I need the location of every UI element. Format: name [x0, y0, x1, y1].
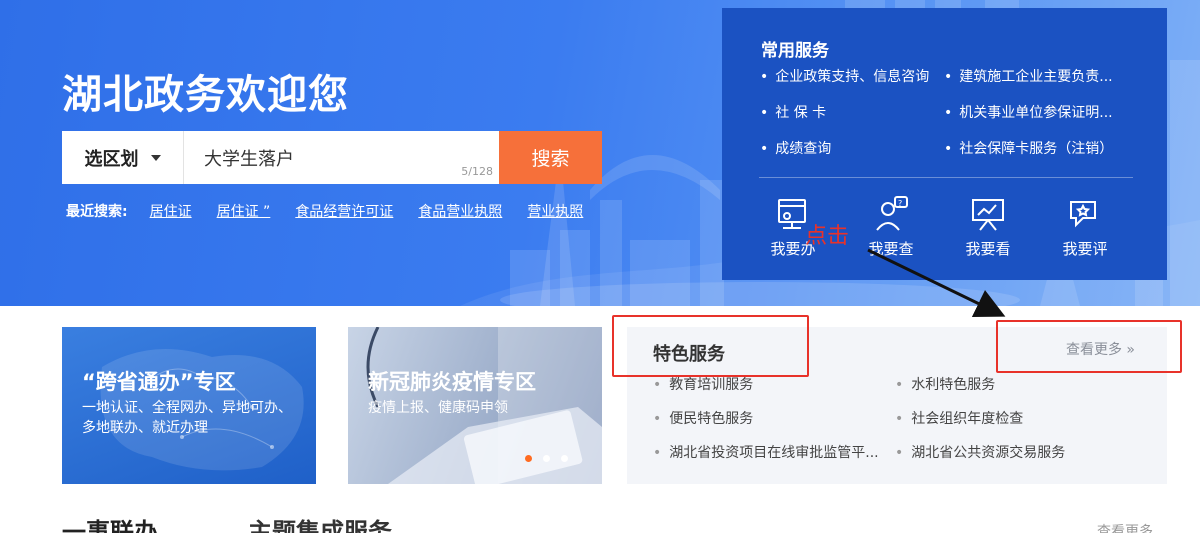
- presentation-board-icon: [972, 199, 1004, 231]
- feature-item[interactable]: 便民特色服务: [653, 408, 753, 428]
- annotation-highlight-box: [996, 320, 1182, 373]
- cross-province-card[interactable]: “跨省通办”专区 一地认证、全程网办、异地可办、多地联办、就近办理: [62, 327, 316, 484]
- comment-rating-icon: [1070, 201, 1096, 228]
- annotation-highlight-box: [612, 315, 809, 377]
- svg-text:?: ?: [898, 199, 902, 208]
- feature-item[interactable]: 社会组织年度检查: [895, 408, 1023, 428]
- cross-province-desc: 一地认证、全程网办、异地可办、多地联办、就近办理: [82, 400, 292, 436]
- feature-item[interactable]: 教育培训服务: [653, 374, 753, 394]
- tab-theme-services[interactable]: 主题集成服务: [248, 512, 392, 533]
- service-link[interactable]: 企业政策支持、信息咨询: [760, 66, 929, 86]
- recent-search-link[interactable]: 食品营业执照: [418, 201, 502, 221]
- common-services-title: 常用服务: [761, 41, 829, 61]
- search-input-wrapper: 5/128: [184, 131, 499, 184]
- recent-search-link[interactable]: 食品经营许可证: [295, 201, 393, 221]
- bottom-view-more-link[interactable]: 查看更多: [1097, 521, 1153, 533]
- search-button[interactable]: 搜索: [499, 131, 602, 184]
- tab-joint-handling[interactable]: 一事联办: [62, 512, 158, 533]
- covid-zone-desc: 疫情上报、健康码申领: [368, 400, 508, 416]
- action-view-button[interactable]: 我要看: [955, 194, 1021, 259]
- char-counter: 5/128: [461, 165, 493, 178]
- search-bar: 选区划 5/128 搜索: [62, 131, 602, 184]
- carousel-dots: [525, 455, 568, 462]
- person-query-icon: ?: [876, 196, 908, 231]
- feature-item[interactable]: 水利特色服务: [895, 374, 995, 394]
- carousel-dot[interactable]: [543, 455, 550, 462]
- feature-item[interactable]: 湖北省公共资源交易服务: [895, 442, 1065, 462]
- service-link[interactable]: 机关事业单位参保证明...: [944, 102, 1112, 122]
- action-label: 我要看: [965, 240, 1011, 258]
- region-select[interactable]: 选区划: [62, 131, 184, 184]
- service-link[interactable]: 建筑施工企业主要负责...: [944, 66, 1112, 86]
- action-review-button[interactable]: 我要评: [1052, 194, 1118, 259]
- recent-search-link[interactable]: 居住证: [150, 201, 192, 221]
- covid-zone-title: 新冠肺炎疫情专区: [368, 370, 536, 394]
- cross-province-title: “跨省通办”专区: [82, 370, 236, 394]
- action-query-button[interactable]: ? 我要查: [858, 194, 924, 259]
- action-label: 我要评: [1062, 240, 1108, 258]
- annotation-click-text: 点击: [805, 224, 850, 249]
- recent-search-link[interactable]: 营业执照: [527, 201, 583, 221]
- region-select-label: 选区划: [84, 148, 139, 170]
- carousel-dot[interactable]: [561, 455, 568, 462]
- recent-searches-label: 最近搜索:: [66, 204, 128, 220]
- recent-search-link[interactable]: 居住证 ”: [217, 201, 271, 221]
- service-link[interactable]: 社会保障卡服务（注销）: [944, 138, 1113, 158]
- caret-down-icon: [150, 154, 161, 161]
- feature-item[interactable]: 湖北省投资项目在线审批监管平...: [653, 442, 878, 462]
- recent-searches: 最近搜索: 居住证 居住证 ” 食品经营许可证 食品营业执照 营业执照: [66, 201, 608, 221]
- common-services-panel: 常用服务 企业政策支持、信息咨询 建筑施工企业主要负责... 社 保 卡 机关事…: [722, 8, 1167, 280]
- divider: [759, 177, 1133, 178]
- action-label: 我要查: [868, 240, 914, 258]
- page-title: 湖北政务欢迎您: [62, 72, 349, 118]
- carousel-dot-active[interactable]: [525, 455, 532, 462]
- service-link[interactable]: 社 保 卡: [760, 102, 826, 122]
- service-link[interactable]: 成绩查询: [760, 138, 831, 158]
- search-input[interactable]: [184, 131, 499, 184]
